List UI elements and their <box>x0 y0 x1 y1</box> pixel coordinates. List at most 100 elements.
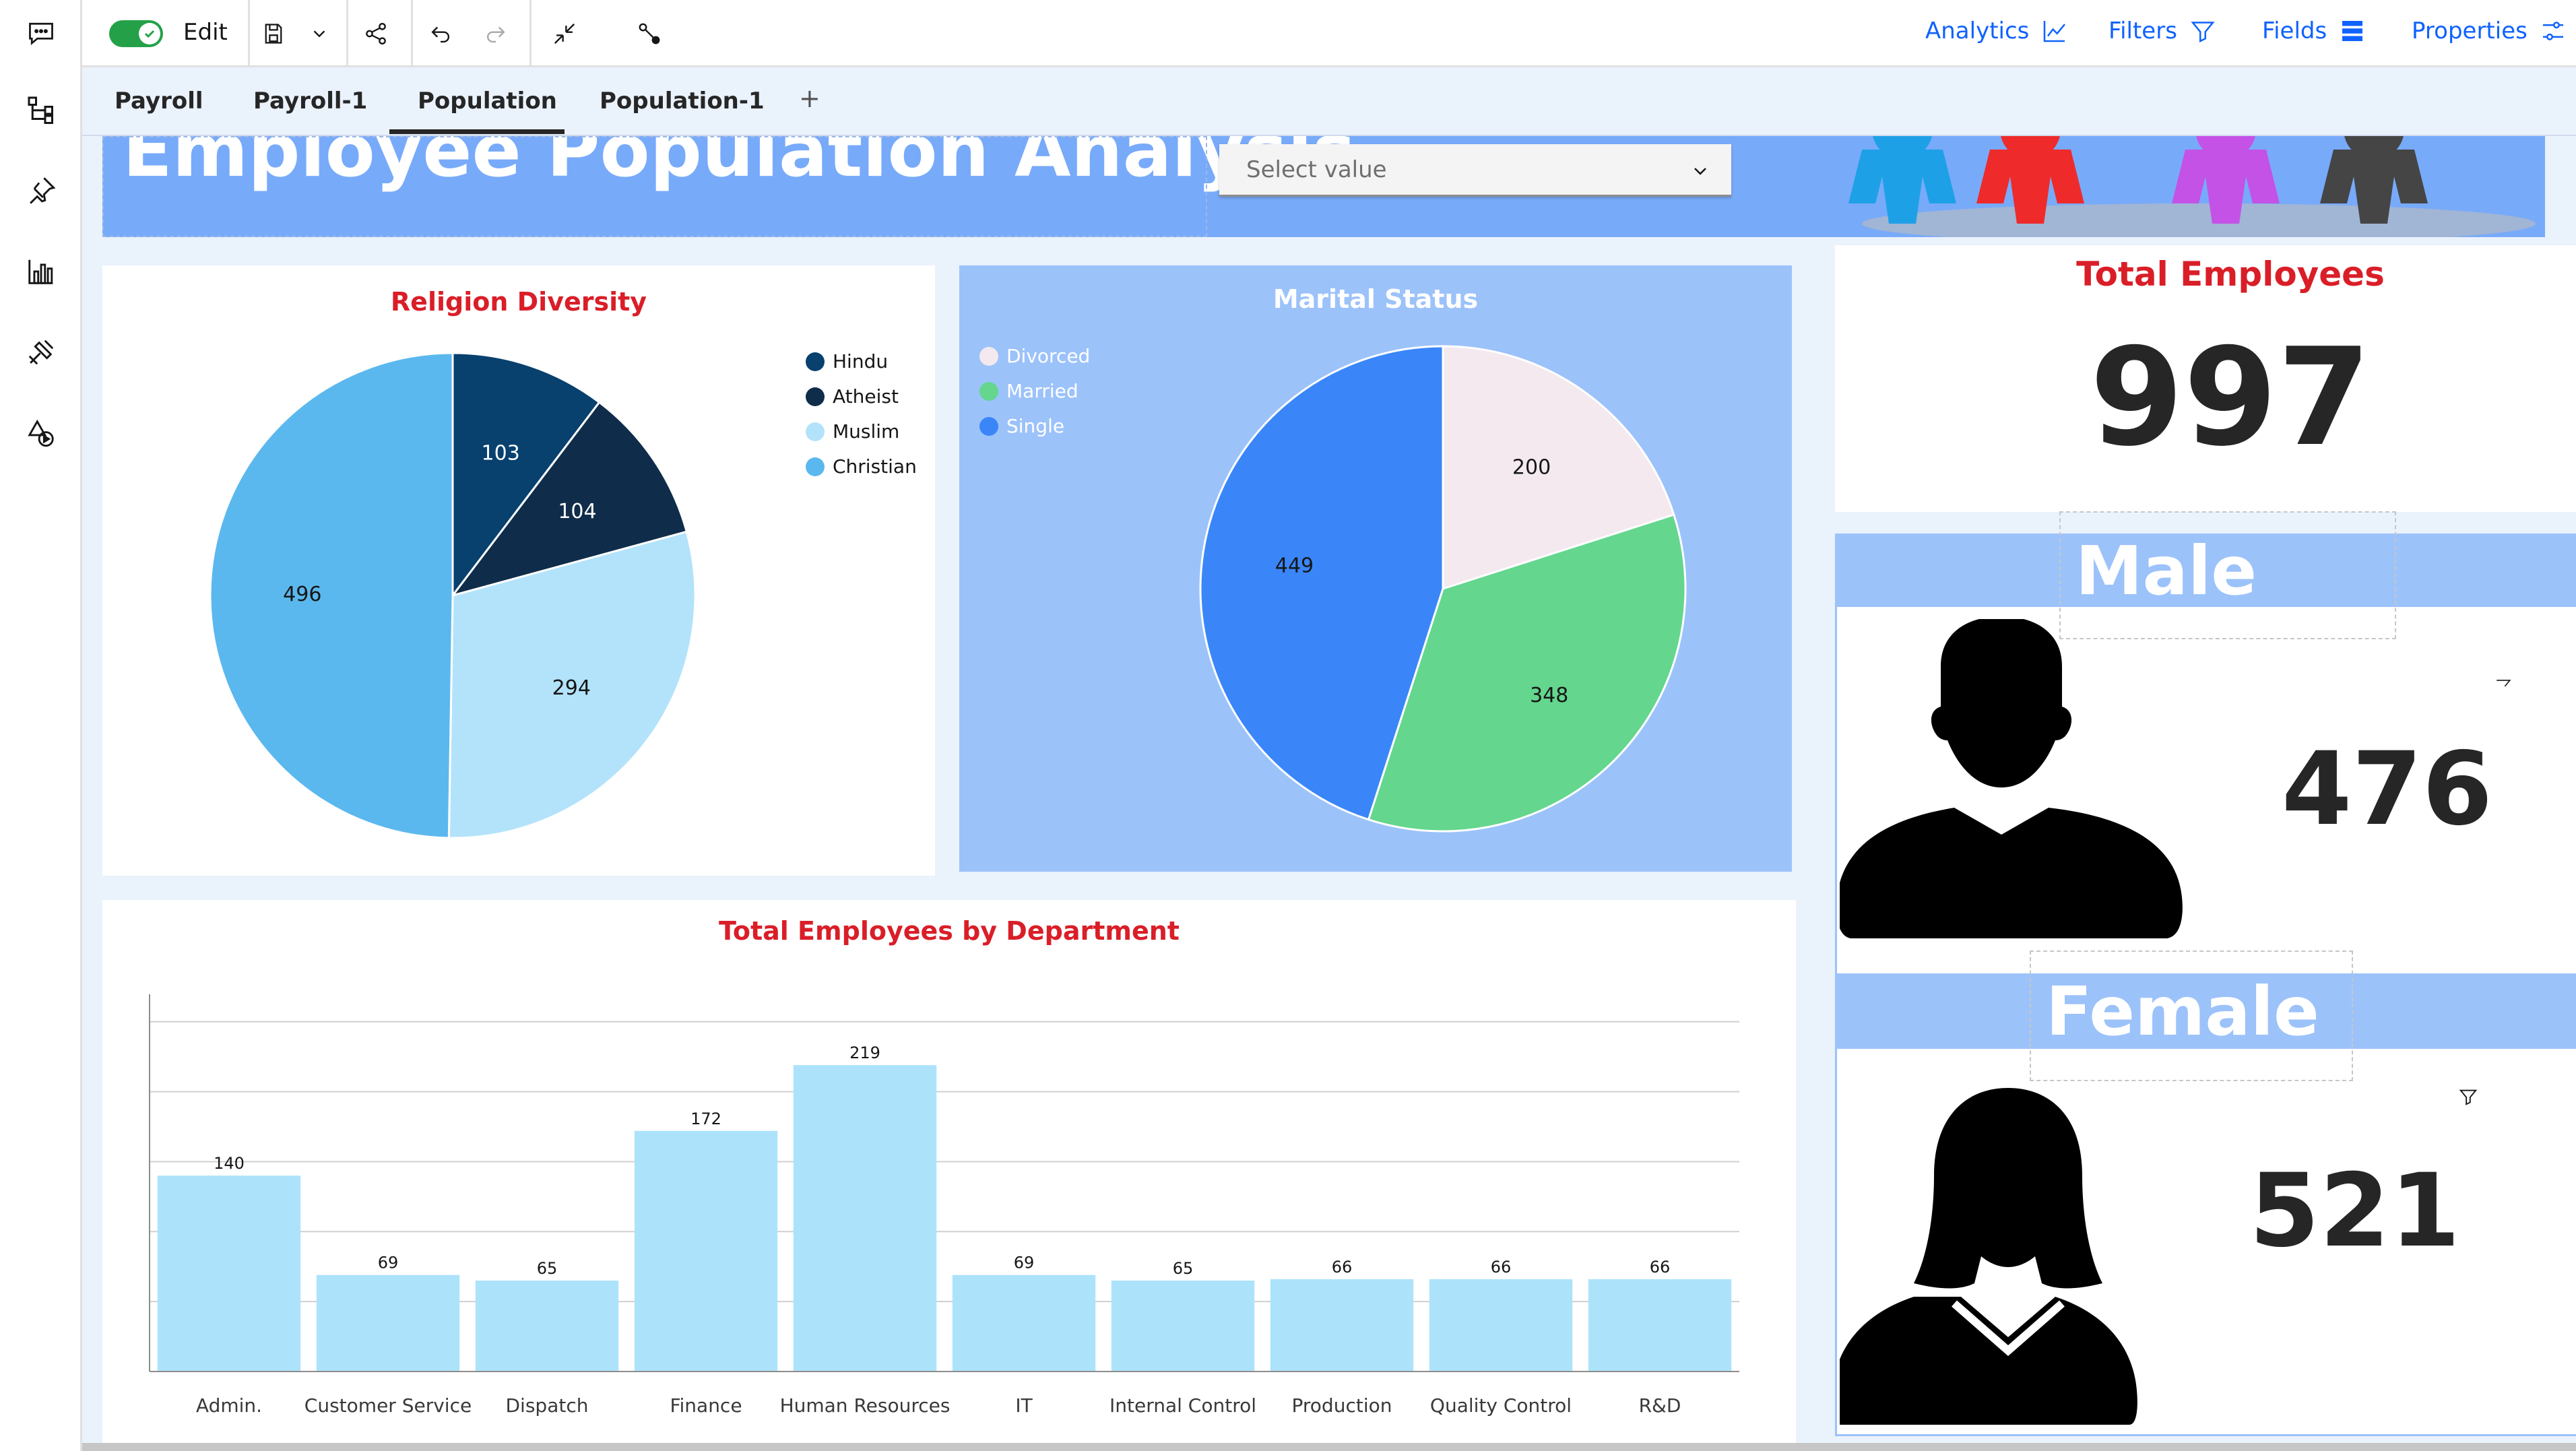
female-value: 521 <box>2249 1153 2461 1270</box>
pie-data-label: 104 <box>558 500 596 523</box>
pie-data-label: 294 <box>552 676 591 700</box>
pie-data-label: 449 <box>1275 554 1314 577</box>
pin-icon[interactable] <box>23 172 59 209</box>
religion-panel: Religion Diversity 103 104 294 496 Hindu At… <box>102 265 935 876</box>
bar-human-resources[interactable] <box>793 1065 937 1372</box>
x-tick-label: R&D <box>1639 1394 1681 1417</box>
bar-customer-service[interactable] <box>316 1275 460 1372</box>
fields-label: Fields <box>2262 18 2327 44</box>
bar-quality-control[interactable] <box>1429 1279 1573 1372</box>
analytics-button[interactable]: Analytics <box>1925 18 2068 44</box>
properties-icon <box>2542 22 2563 40</box>
bar-data-label: 66 <box>1491 1258 1512 1277</box>
marital-title: Marital Status <box>1273 284 1479 314</box>
hierarchy-icon[interactable] <box>23 92 59 128</box>
x-tick-label: Production <box>1292 1394 1392 1417</box>
filter-select[interactable]: Select value <box>1219 144 1731 197</box>
share-icon[interactable] <box>361 19 391 49</box>
marital-pie-chart: 200 348 449 <box>1199 345 1687 833</box>
legend-label: Divorced <box>1006 345 1091 367</box>
legend-item-married: Married <box>979 380 1078 402</box>
analytics-label: Analytics <box>1925 18 2030 44</box>
x-tick-label: Customer Service <box>304 1394 472 1417</box>
title-frame <box>102 136 1207 237</box>
bar-data-label: 140 <box>214 1154 245 1173</box>
religion-pie-chart: 103 104 294 496 <box>209 352 697 839</box>
redo-icon[interactable] <box>481 19 511 49</box>
add-tab-button[interactable]: + <box>799 84 820 113</box>
connect-icon[interactable] <box>635 19 664 49</box>
pie-data-label: 348 <box>1530 684 1568 707</box>
tab-payroll[interactable]: Payroll <box>115 88 203 115</box>
chevron-down-icon[interactable] <box>304 19 334 49</box>
fields-icon <box>2342 21 2363 41</box>
male-avatar-icon <box>1840 619 2183 938</box>
bar-production[interactable] <box>1270 1279 1414 1372</box>
bar-data-label: 66 <box>1650 1258 1671 1277</box>
bar-r-d[interactable] <box>1588 1279 1732 1372</box>
total-employees-title: Total Employees <box>2076 255 2385 294</box>
female-avatar-icon <box>1840 1088 2137 1425</box>
legend-label: Atheist <box>833 385 899 408</box>
legend-dot <box>979 416 998 436</box>
tab-population[interactable]: Population <box>418 88 557 115</box>
toolbar: Edit Analytics Filters Fields Properties <box>82 0 2576 67</box>
pie-slice-christian[interactable] <box>209 352 454 839</box>
bar-internal-control[interactable] <box>1111 1281 1255 1372</box>
comment-button-area[interactable] <box>0 0 82 67</box>
legend-label: Christian <box>833 455 917 478</box>
edit-label: Edit <box>183 19 228 46</box>
bar-admin-[interactable] <box>157 1175 301 1372</box>
legend-item-muslim: Muslim <box>806 420 899 443</box>
bar-data-label: 219 <box>849 1043 880 1062</box>
x-tick-label: Quality Control <box>1430 1394 1572 1417</box>
shapes-media-icon[interactable] <box>23 415 59 451</box>
total-employees-value: 997 <box>2090 319 2371 476</box>
tools-icon[interactable] <box>23 334 59 370</box>
chevron-down-icon <box>1689 160 1711 185</box>
analytics-icon <box>2044 21 2066 42</box>
bar-data-label: 69 <box>1014 1254 1035 1272</box>
legend-label: Hindu <box>833 350 889 373</box>
x-tick-label: Dispatch <box>506 1394 589 1417</box>
legend-item-single: Single <box>979 415 1064 437</box>
x-tick-label: Internal Control <box>1109 1394 1256 1417</box>
horizontal-scrollbar[interactable] <box>82 1443 2576 1451</box>
tab-bar: Payroll Payroll-1 Population Population-… <box>82 67 2576 136</box>
legend-label: Muslim <box>833 420 900 443</box>
bar-finance[interactable] <box>634 1130 778 1372</box>
comment-icon[interactable] <box>23 15 59 51</box>
undo-icon[interactable] <box>426 19 455 49</box>
check-icon <box>139 23 160 44</box>
pie-data-label: 103 <box>482 441 520 465</box>
properties-button[interactable]: Properties <box>2412 18 2567 44</box>
pie-data-label: 496 <box>283 583 321 606</box>
dashboard-canvas: Employee Population Analysis Select valu… <box>82 136 2576 1451</box>
filter-icon <box>2191 22 2215 43</box>
tab-population-1[interactable]: Population-1 <box>600 88 765 115</box>
x-tick-label: Finance <box>670 1394 742 1417</box>
legend-item-atheist: Atheist <box>806 385 899 408</box>
fields-button[interactable]: Fields <box>2262 18 2366 44</box>
total-employees-card: Total Employees 997 <box>1835 245 2576 512</box>
marital-panel: Marital Status Divorced Married Single 2… <box>959 265 1792 872</box>
bar-dispatch[interactable] <box>475 1281 619 1372</box>
legend-label: Single <box>1006 415 1065 437</box>
gender-card: Male 476 Female 521 <box>1835 511 2576 1436</box>
tab-payroll-1[interactable]: Payroll-1 <box>253 88 367 115</box>
male-value: 476 <box>2282 731 2493 848</box>
properties-label: Properties <box>2412 18 2527 44</box>
filter-icon[interactable] <box>2458 1087 2478 1109</box>
legend-label: Married <box>1006 380 1078 402</box>
edit-toggle[interactable] <box>109 20 163 47</box>
chart-bar-icon[interactable] <box>23 253 59 290</box>
filters-button[interactable]: Filters <box>2108 18 2216 44</box>
filter-icon[interactable] <box>2494 677 2512 697</box>
male-label: Male <box>2075 531 2257 610</box>
department-bar-chart: 140 Admin. 69 Customer Service 65 Dispatch 172… <box>149 994 1739 1417</box>
bar-it[interactable] <box>952 1275 1096 1372</box>
bar-data-label: 65 <box>537 1259 558 1278</box>
collapse-icon[interactable] <box>550 19 579 49</box>
bar-data-label: 65 <box>1173 1259 1194 1278</box>
save-icon[interactable] <box>259 19 288 49</box>
